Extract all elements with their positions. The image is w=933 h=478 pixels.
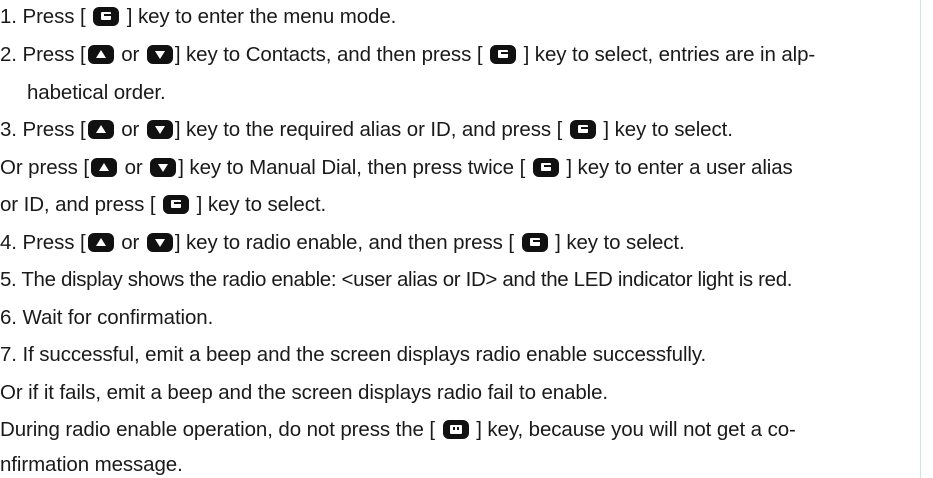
enter-key-icon [532,158,559,177]
step-3-alt-line: Or press [ or ] key to Manual Dial, then… [0,155,793,181]
enter-key-icon [521,233,548,252]
step-3-text: 3. Press [ [0,118,86,141]
step-4-text-end: ] key to select. [549,231,685,254]
step-2-text-end: ] key to select, entries are in alp- [518,43,816,66]
step-2-text-mid: ] key to Contacts, and then press [ [174,43,489,66]
manual-page: 1. Press [ ] key to enter the menu mode.… [0,0,933,478]
enter-key-icon [93,7,120,26]
up-arrow-key-icon [87,45,114,64]
step-3-alt-text: Or press [ [0,156,89,179]
up-arrow-key-icon [87,233,114,252]
or-text: or [115,118,145,141]
down-arrow-key-icon [146,233,173,252]
step-3-alt-continuation: or ID, and press [ ] key to select. [0,192,326,218]
or-text: or [119,156,149,179]
step-7-line: 7. If successful, emit a beep and the sc… [0,342,706,368]
menu-key-icon [442,420,469,439]
enter-key-icon [163,195,190,214]
up-arrow-key-icon [87,120,114,139]
enter-key-icon [569,120,596,139]
step-7-text: 7. If successful, emit a beep and the sc… [0,343,707,366]
enter-key-icon [490,45,517,64]
step-5-text: 5. The display shows the radio enable: <… [0,268,793,291]
step-4-line: 4. Press [ or ] key to radio enable, and… [0,230,685,256]
step-3-alt-continuation-end: ] key to select. [191,193,327,216]
step-7-alt-text: Or if it fails, emit a beep and the scre… [0,381,609,404]
step-7-alt-line: Or if it fails, emit a beep and the scre… [0,380,608,406]
step-1-text-end: ] key to enter the menu mode. [121,5,397,28]
step-1-line: 1. Press [ ] key to enter the menu mode. [0,4,396,30]
step-2-continuation-text: habetical order. [27,81,166,104]
step-1-text: 1. Press [ [0,5,92,28]
step-3-text-end: ] key to select. [597,118,733,141]
page-border-line [920,0,921,478]
warning-continuation: nfirmation message. [0,452,183,478]
step-5-line: 5. The display shows the radio enable: <… [0,267,792,293]
step-3-alt-continuation-text: or ID, and press [ [0,193,162,216]
step-4-text-mid: ] key to radio enable, and then press [ [174,231,520,254]
warning-text: During radio enable operation, do not pr… [0,418,441,441]
step-2-line: 2. Press [ or ] key to Contacts, and the… [0,42,815,68]
step-2-continuation: habetical order. [27,80,166,106]
or-text: or [115,231,145,254]
step-3-alt-text-mid: ] key to Manual Dial, then press twice [ [178,156,531,179]
warning-text-end: ] key, because you will not get a co- [470,418,796,441]
warning-continuation-text: nfirmation message. [0,453,183,476]
up-arrow-key-icon [91,158,117,177]
down-arrow-key-icon [146,120,173,139]
step-3-alt-text-end: ] key to enter a user alias [560,156,793,179]
warning-line: During radio enable operation, do not pr… [0,417,796,443]
step-4-text: 4. Press [ [0,231,86,254]
step-3-line: 3. Press [ or ] key to the required alia… [0,117,733,143]
step-2-text: 2. Press [ [0,43,86,66]
step-6-text: 6. Wait for confirmation. [0,306,214,329]
down-arrow-key-icon [146,45,173,64]
step-3-text-mid: ] key to the required alias or ID, and p… [174,118,568,141]
step-6-line: 6. Wait for confirmation. [0,305,213,331]
down-arrow-key-icon [150,158,177,177]
or-text: or [115,43,145,66]
